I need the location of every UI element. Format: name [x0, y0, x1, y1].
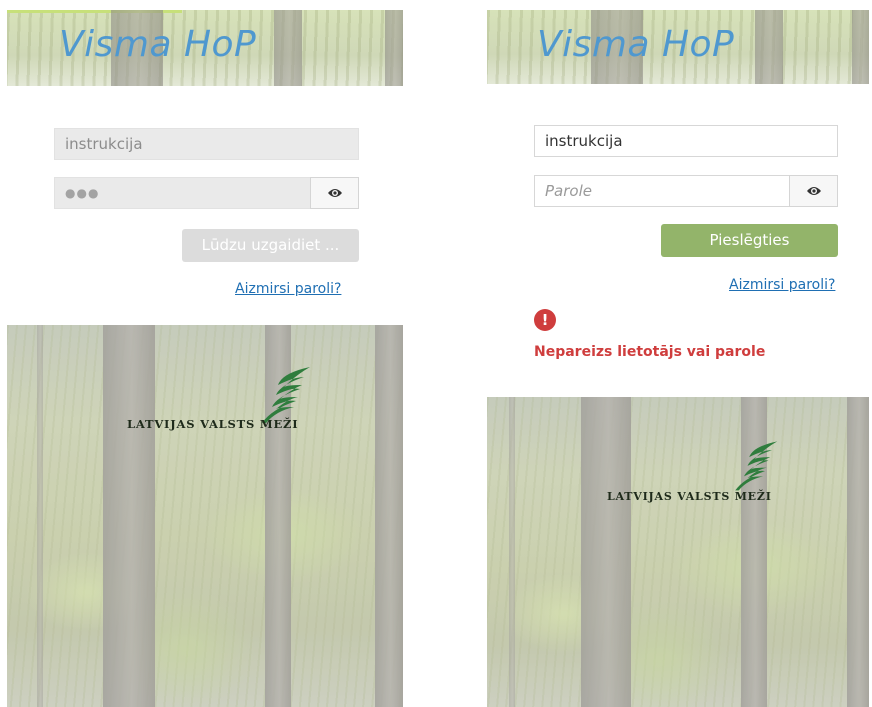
error-message: Nepareizs lietotājs vai parole — [534, 344, 766, 360]
eye-icon — [806, 187, 821, 195]
password-field[interactable]: ●●● — [54, 177, 311, 209]
forgot-password-link[interactable]: Aizmirsi paroli? — [235, 281, 341, 297]
org-logo-text: LATVIJAS VALSTS MEŽI — [127, 417, 299, 431]
username-field[interactable]: instrukcija — [54, 128, 359, 160]
show-password-button[interactable] — [789, 175, 838, 207]
forgot-password-link[interactable]: Aizmirsi paroli? — [729, 277, 835, 293]
username-field[interactable]: instrukcija — [534, 125, 838, 157]
show-password-button[interactable] — [310, 177, 359, 209]
eye-icon — [327, 189, 342, 197]
login-screen-loading: Visma HoP instrukcija ●●● Lūdzu uzgaidie… — [7, 10, 403, 707]
login-screen-error: Visma HoP instrukcija Parole Pieslēgties… — [487, 10, 869, 707]
app-logo-title: Visma HoP — [537, 24, 735, 65]
lvm-tree-logo-icon — [735, 441, 778, 491]
org-logo-text: LATVIJAS VALSTS MEŽI — [607, 490, 772, 503]
forest-background: LATVIJAS VALSTS MEŽI — [487, 397, 869, 707]
forest-background: LATVIJAS VALSTS MEŽI — [7, 325, 403, 707]
header-banner: Visma HoP — [7, 10, 403, 86]
lvm-tree-logo-icon — [262, 367, 310, 423]
app-logo-title: Visma HoP — [59, 24, 257, 65]
header-banner: Visma HoP — [487, 10, 869, 84]
password-field[interactable]: Parole — [534, 175, 790, 207]
login-button[interactable]: Pieslēgties — [661, 224, 838, 257]
error-exclamation-icon: ! — [534, 309, 556, 331]
please-wait-button[interactable]: Lūdzu uzgaidiet ... — [182, 229, 359, 262]
